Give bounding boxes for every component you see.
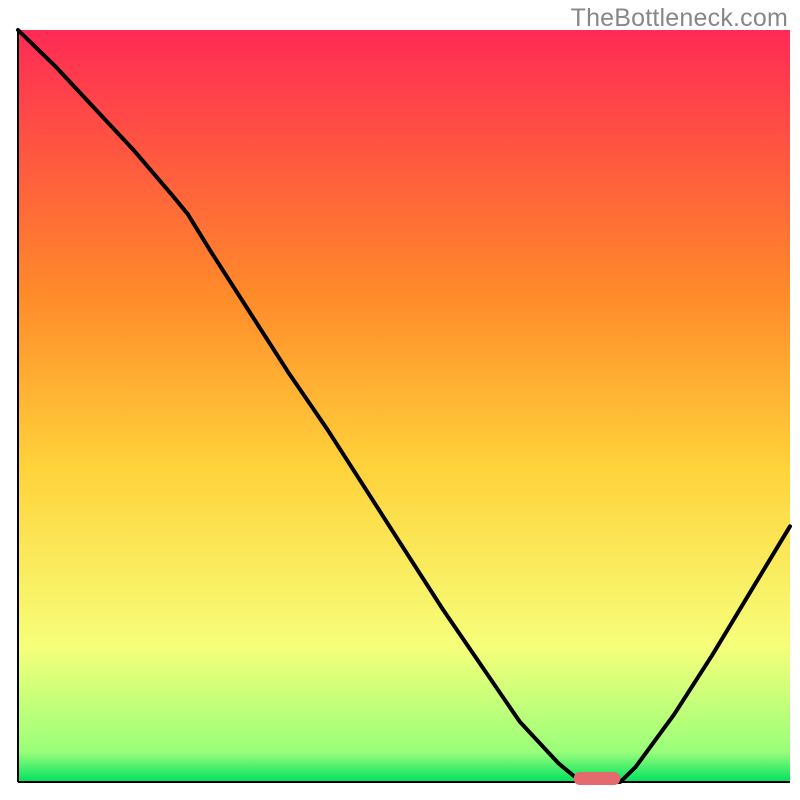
optimum-marker <box>574 772 620 785</box>
bottleneck-curve-chart <box>0 0 800 800</box>
chart-stage: TheBottleneck.com <box>0 0 800 800</box>
gradient-background <box>18 30 790 782</box>
